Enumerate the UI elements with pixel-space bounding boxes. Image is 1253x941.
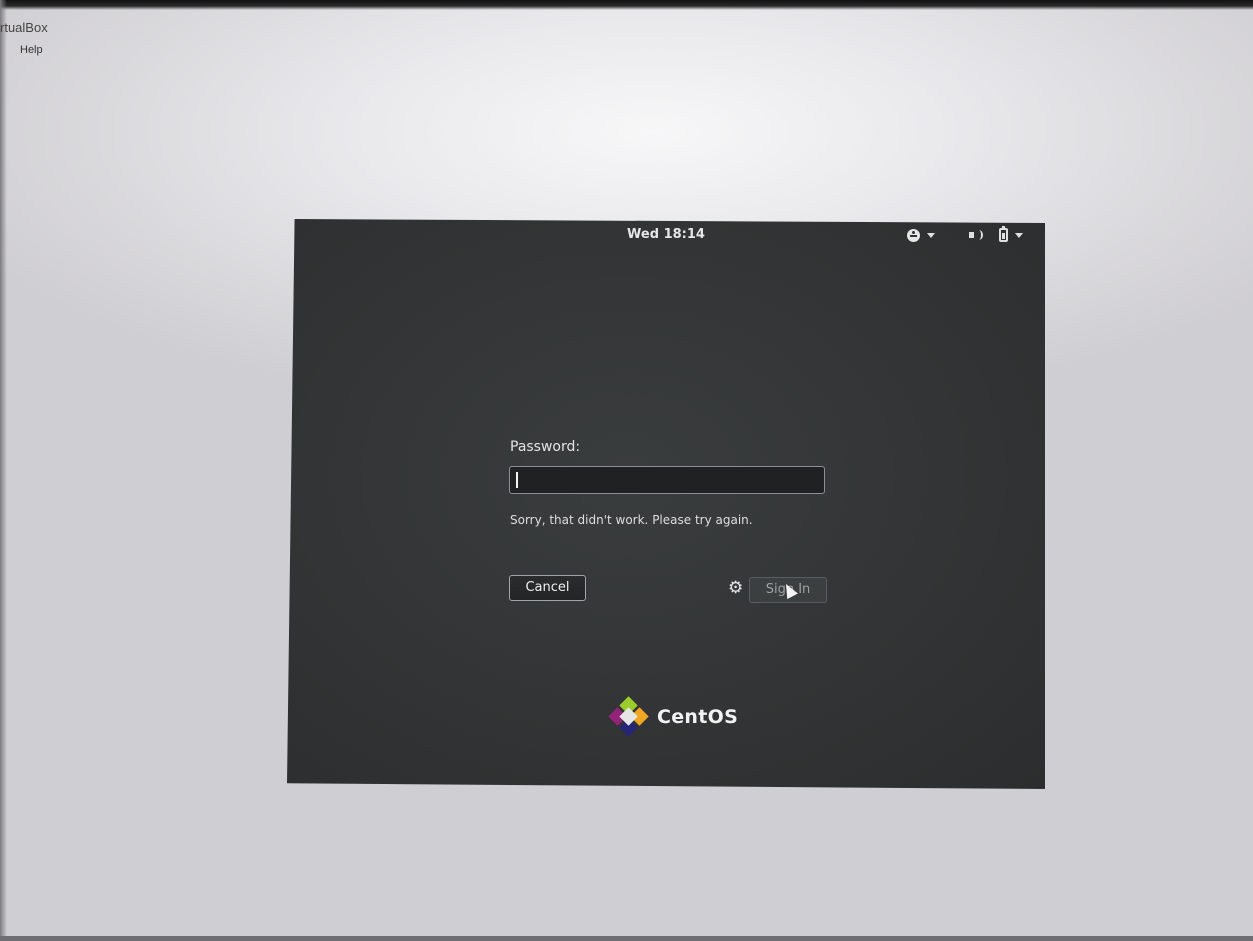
accessibility-menu[interactable] [907,227,935,243]
volume-icon [969,229,983,241]
accessibility-icon [907,228,920,242]
chevron-down-icon [1015,232,1023,238]
host-menu-help[interactable]: Help [20,44,43,56]
centos-logo: CentOS [608,696,739,737]
system-menu[interactable] [969,226,1023,243]
chevron-down-icon [927,232,935,238]
centos-logo-icon [608,696,649,737]
cancel-button[interactable]: Cancel [509,575,586,601]
password-label: Password: [510,439,581,455]
photo-bottom-edge [0,936,1253,941]
logo-text: CentOS [657,706,739,728]
host-window-title: rtualBox [0,20,48,35]
battery-icon [999,226,1008,242]
text-cursor [516,472,518,488]
error-message: Sorry, that didn't work. Please try agai… [510,513,753,527]
password-input[interactable] [509,466,825,494]
gear-icon[interactable]: ⚙ [728,580,743,597]
photo-top-edge [0,0,1253,10]
photo-left-edge [0,0,7,941]
vm-screen: Wed 18:14 Password: Sorry, that didn't w… [287,219,1045,789]
